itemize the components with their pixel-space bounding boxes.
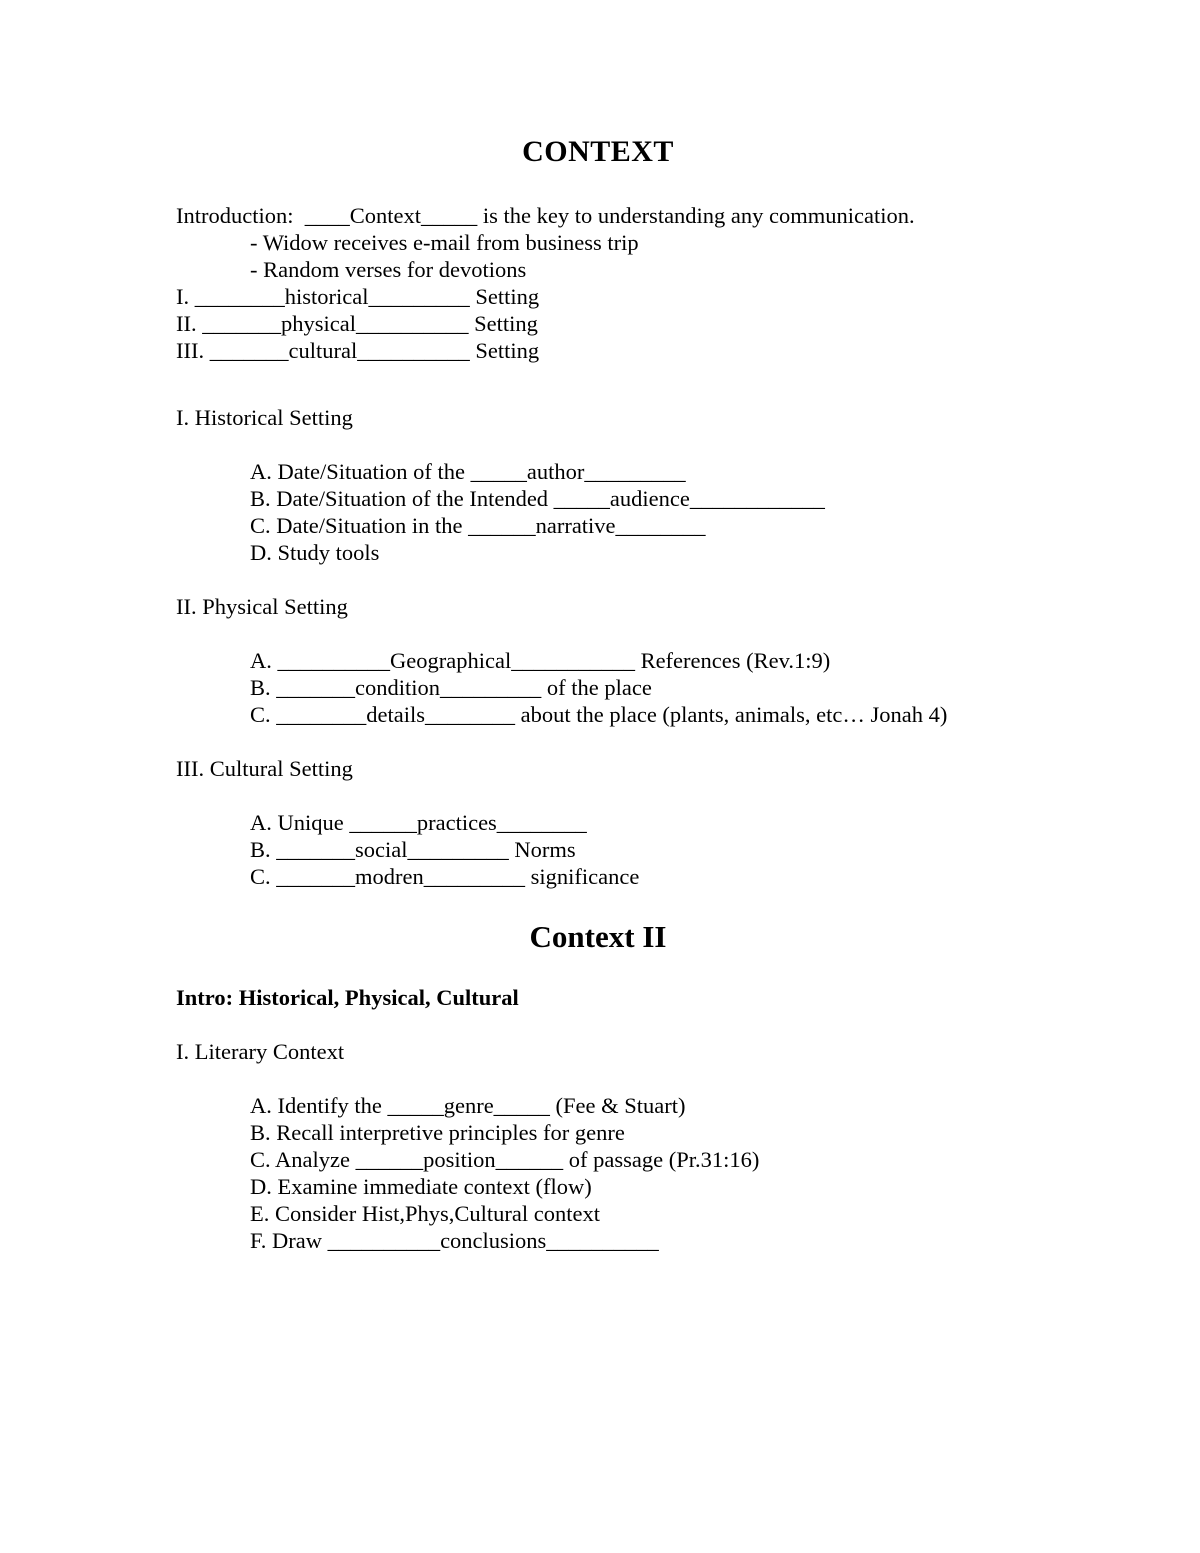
section-literary-item-c: C. Analyze ______position______ of passa… [250, 1147, 760, 1172]
section-literary-item-d: D. Examine immediate context (flow) [250, 1174, 592, 1199]
section-literary-item-a: A. Identify the _____genre_____ (Fee & S… [250, 1093, 686, 1118]
section-cultural-item-c: C. _______modren_________ significance [250, 864, 640, 889]
section-literary-item-f: F. Draw __________conclusions__________ [250, 1228, 659, 1253]
outline-summary-item-1: I. ________historical_________ Setting [176, 284, 540, 309]
section-historical-item-b: B. Date/Situation of the Intended _____a… [250, 486, 825, 511]
document-body: CONTEXT Introduction: ____Context_____ i… [176, 132, 1016, 1254]
section-heading-cultural: III. Cultural Setting [176, 756, 353, 781]
page-title-part-two: Context II [529, 919, 667, 954]
page-title: CONTEXT [522, 135, 674, 168]
section-physical-item-b: B. _______condition_________ of the plac… [250, 675, 652, 700]
section-historical-item-d: D. Study tools [250, 540, 380, 565]
section-cultural-item-a: A. Unique ______practices________ [250, 810, 587, 835]
section-heading-historical: I. Historical Setting [176, 405, 353, 430]
part-two-intro-line: Intro: Historical, Physical, Cultural [176, 985, 519, 1010]
section-historical-item-c: C. Date/Situation in the ______narrative… [250, 513, 706, 538]
introduction-bullet-2: - Random verses for devotions [250, 257, 527, 282]
outline-summary-item-2: II. _______physical__________ Setting [176, 311, 538, 336]
section-literary-item-e: E. Consider Hist,Phys,Cultural context [250, 1201, 600, 1226]
document-page: CONTEXT Introduction: ____Context_____ i… [0, 0, 1200, 1553]
section-heading-physical: II. Physical Setting [176, 594, 348, 619]
outline-summary-item-3: III. _______cultural__________ Setting [176, 338, 540, 363]
section-cultural-item-b: B. _______social_________ Norms [250, 837, 576, 862]
section-physical-item-c: C. ________details________ about the pla… [250, 702, 948, 727]
section-literary-item-b: B. Recall interpretive principles for ge… [250, 1120, 625, 1145]
section-heading-literary-context: I. Literary Context [176, 1039, 345, 1064]
section-historical-item-a: A. Date/Situation of the _____author____… [250, 459, 686, 484]
introduction-bullet-1: - Widow receives e-mail from business tr… [250, 230, 639, 255]
section-physical-item-a: A. __________Geographical___________ Ref… [250, 648, 831, 673]
introduction-line: Introduction: ____Context_____ is the ke… [176, 203, 915, 228]
